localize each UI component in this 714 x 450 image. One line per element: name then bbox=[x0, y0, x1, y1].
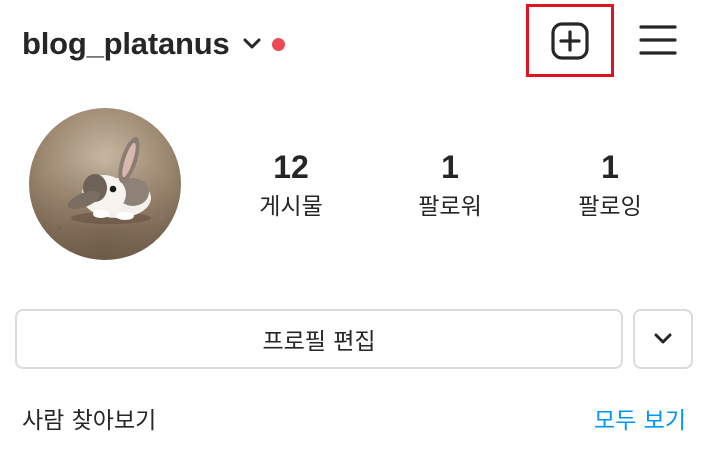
chevron-down-icon bbox=[242, 34, 262, 54]
posts-count: 12 bbox=[273, 149, 309, 185]
see-all-link[interactable]: 모두 보기 bbox=[594, 405, 686, 437]
profile-avatar[interactable] bbox=[29, 108, 181, 260]
followers-label: 팔로워 bbox=[418, 194, 482, 220]
menu-button[interactable] bbox=[636, 20, 680, 60]
following-count-stat[interactable]: 1 팔로잉 bbox=[540, 148, 680, 222]
posts-label: 게시물 bbox=[259, 194, 323, 220]
username: blog_platanus bbox=[22, 26, 230, 61]
posts-count-stat[interactable]: 12 게시물 bbox=[221, 148, 361, 222]
edit-profile-button[interactable]: 프로필 편집 bbox=[15, 309, 623, 369]
account-switcher[interactable]: blog_platanus bbox=[22, 22, 285, 66]
chevron-down-icon bbox=[653, 332, 673, 346]
plus-square-icon bbox=[551, 21, 589, 60]
suggestions-toggle-button[interactable] bbox=[633, 309, 693, 369]
following-label: 팔로잉 bbox=[578, 194, 642, 220]
notification-dot bbox=[271, 37, 285, 51]
discover-people-label: 사람 찾아보기 bbox=[22, 408, 157, 434]
following-count: 1 bbox=[601, 149, 619, 185]
followers-count-stat[interactable]: 1 팔로워 bbox=[380, 148, 520, 222]
new-post-button[interactable] bbox=[526, 4, 614, 77]
followers-count: 1 bbox=[441, 149, 459, 185]
edit-profile-label: 프로필 편집 bbox=[262, 329, 376, 355]
hamburger-menu-icon bbox=[639, 23, 677, 57]
profile-header: blog_platanus bbox=[0, 0, 714, 90]
rabbit-profile-photo bbox=[29, 108, 181, 260]
